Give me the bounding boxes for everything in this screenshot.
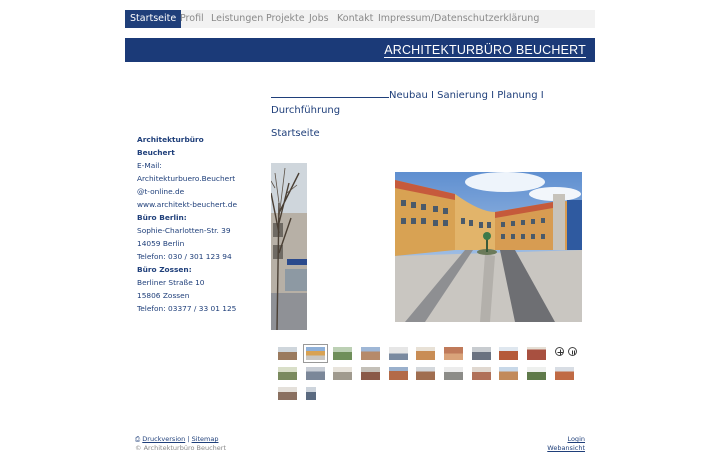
tagline-text-2: Durchführung — [271, 105, 341, 116]
thumbnail[interactable] — [389, 347, 408, 360]
office-zossen-city: 15806 Zossen — [137, 291, 190, 300]
header-banner: ARCHITEKTURBÜRO BEUCHERT — [125, 38, 595, 62]
webansicht-link[interactable]: Webansicht — [547, 444, 585, 453]
website-link[interactable]: www.architekt-beuchert.de — [137, 198, 242, 211]
thumbnail[interactable] — [499, 347, 518, 360]
site-title: ARCHITEKTURBÜRO BEUCHERT — [384, 43, 586, 58]
thumbnail[interactable] — [361, 347, 380, 360]
thumbnail[interactable] — [333, 347, 352, 360]
thumbnail[interactable] — [278, 367, 297, 380]
zoom-icon[interactable] — [555, 347, 564, 356]
office-zossen-title: Büro Zossen: — [137, 265, 192, 274]
nav-item-impressum[interactable]: Impressum/Datenschutzerklärung — [378, 10, 539, 28]
thumbnail[interactable] — [333, 367, 352, 380]
print-link[interactable]: Druckversion — [142, 435, 185, 443]
thumbnail[interactable] — [444, 367, 463, 380]
office-zossen-phone: Telefon: 03377 / 33 01 125 — [137, 304, 237, 313]
thumbnail[interactable] — [444, 347, 463, 360]
thumbnail[interactable] — [416, 347, 435, 360]
email-label: E-Mail: — [137, 161, 162, 170]
office-berlin-city: 14059 Berlin — [137, 239, 185, 248]
pause-icon[interactable] — [568, 347, 577, 356]
thumbnail[interactable] — [416, 367, 435, 380]
print-icon: ⎙ — [135, 435, 141, 443]
company-name: Architekturbüro — [137, 135, 204, 144]
gallery-side-image — [271, 163, 307, 330]
thumbnail[interactable] — [306, 387, 316, 400]
nav-item-startseite[interactable]: Startseite — [125, 10, 182, 28]
footer-right: Login Webansicht — [547, 435, 585, 453]
thumbnail[interactable] — [306, 367, 325, 380]
thumbnail[interactable] — [278, 347, 297, 360]
top-navigation: Startseite Profil Leistungen Projekte Jo… — [125, 10, 595, 28]
company-name-2: Beuchert — [137, 148, 175, 157]
nav-item-jobs[interactable]: Jobs — [309, 10, 329, 28]
page-heading: Startseite — [271, 128, 320, 139]
thumbnail[interactable] — [527, 367, 546, 380]
nav-item-kontakt[interactable]: Kontakt — [337, 10, 373, 28]
sitemap-link[interactable]: Sitemap — [192, 435, 219, 443]
nav-item-profil[interactable]: Profil — [180, 10, 204, 28]
office-berlin-title: Büro Berlin: — [137, 213, 187, 222]
office-berlin-street: Sophie-Charlotten-Str. 39 — [137, 226, 231, 235]
contact-sidebar: Architekturbüro Beuchert E-Mail: Archite… — [137, 133, 242, 315]
nav-item-leistungen[interactable]: Leistungen — [211, 10, 263, 28]
thumbnail[interactable] — [389, 367, 408, 380]
email-link[interactable]: Architekturbuero.Beuchert — [137, 172, 242, 185]
thumbnail[interactable] — [472, 347, 491, 360]
office-zossen-street: Berliner Straße 10 — [137, 278, 205, 287]
office-berlin-phone: Telefon: 030 / 301 123 94 — [137, 252, 232, 261]
thumbnail[interactable] — [527, 347, 546, 360]
thumbnail[interactable] — [278, 387, 297, 400]
tagline: Neubau I Sanierung I Planung I Durchführ… — [271, 87, 561, 118]
login-link[interactable]: Login — [547, 435, 585, 444]
thumbnail-active[interactable] — [303, 344, 328, 363]
tagline-rule — [271, 87, 389, 98]
thumbnail[interactable] — [555, 367, 574, 380]
nav-item-projekte[interactable]: Projekte — [266, 10, 305, 28]
tagline-text: Neubau I Sanierung I Planung I — [389, 90, 544, 101]
gallery-main-image[interactable] — [395, 172, 582, 322]
thumbnail[interactable] — [472, 367, 491, 380]
email-link-2[interactable]: @t-online.de — [137, 185, 242, 198]
thumbnail[interactable] — [361, 367, 380, 380]
copyright-text: © Architekturbüro Beuchert — [135, 444, 227, 452]
thumbnail[interactable] — [499, 367, 518, 380]
footer-left: ⎙ Druckversion | Sitemap © Architekturbü… — [135, 435, 227, 452]
